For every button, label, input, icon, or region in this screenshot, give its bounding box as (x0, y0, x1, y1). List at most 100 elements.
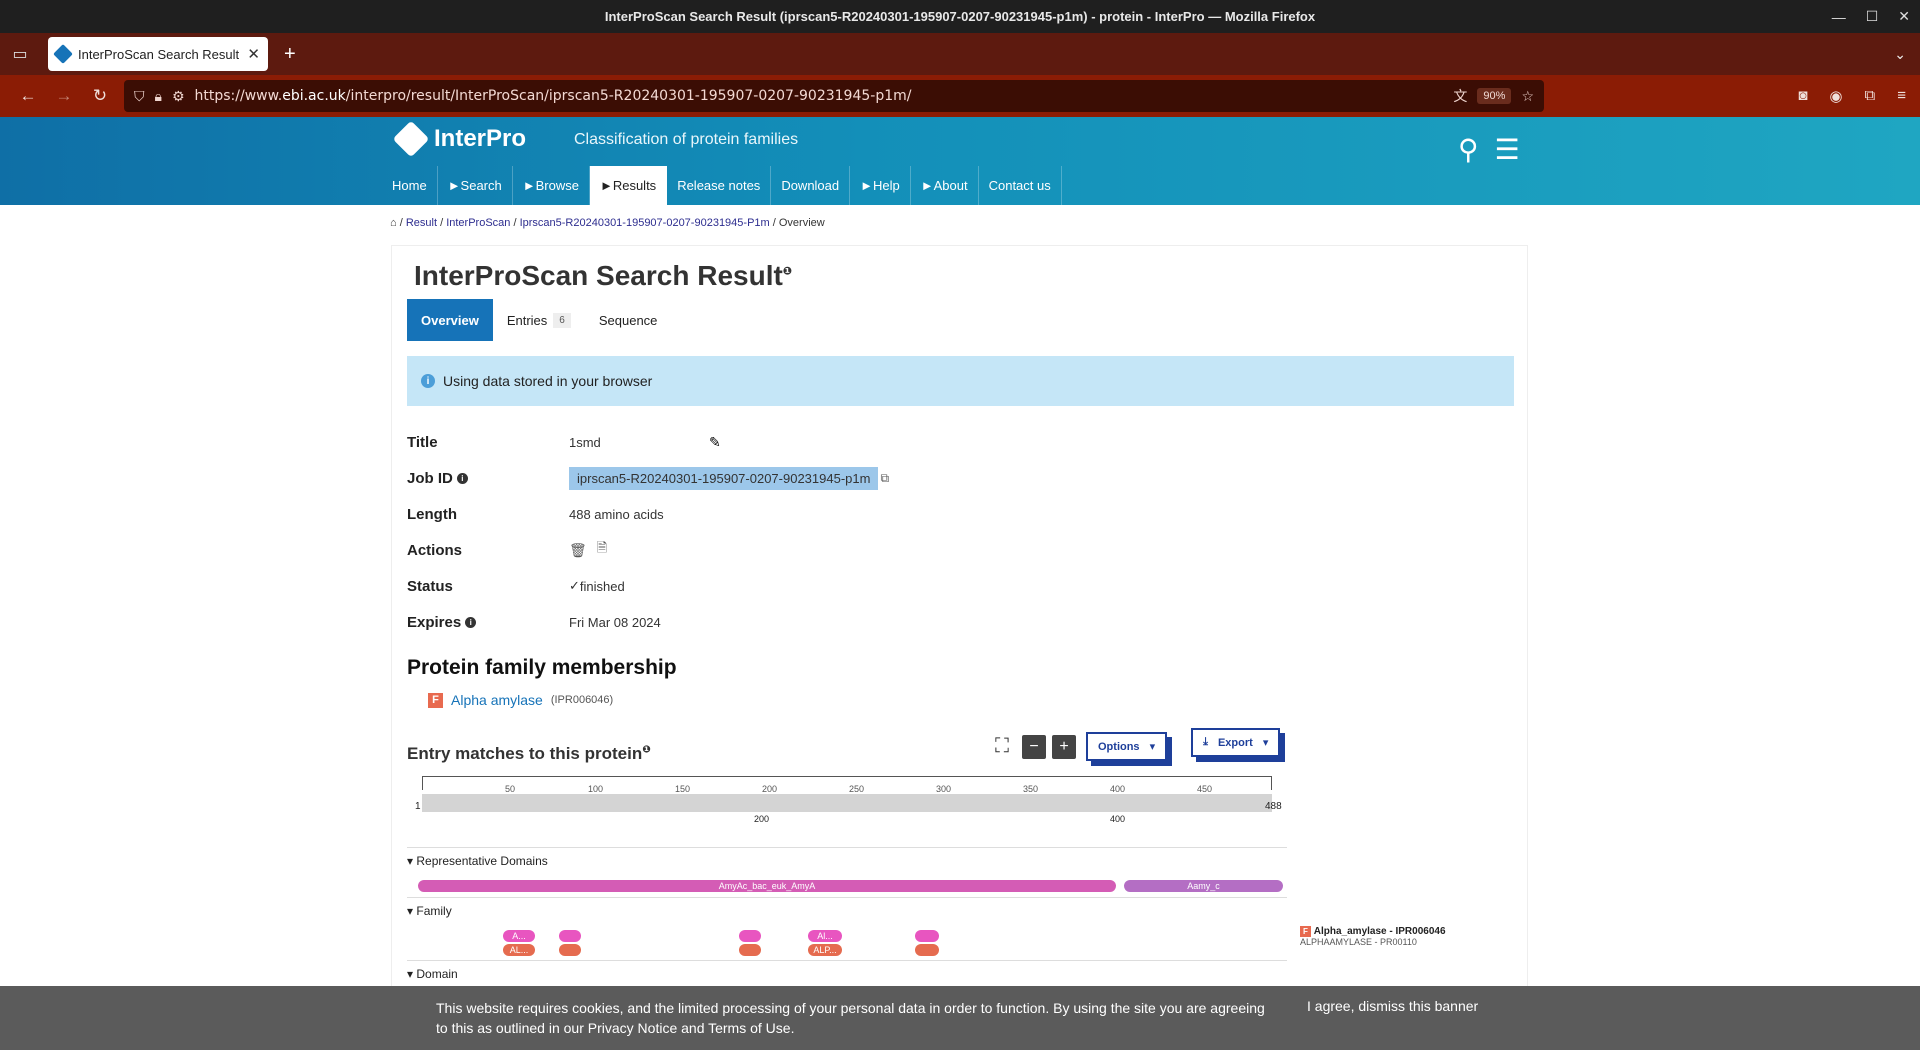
family-item: F Alpha amylase (IPR006046) (428, 692, 613, 708)
family-feature[interactable] (915, 944, 939, 956)
breadcrumb: ⌂ / Result / InterProScan / Iprscan5-R20… (390, 217, 825, 229)
options-dropdown[interactable]: Options ▾ (1086, 732, 1168, 761)
info-icon[interactable]: i (456, 472, 468, 484)
tab-sequence[interactable]: Sequence (585, 299, 672, 341)
info-icon[interactable]: i (465, 616, 477, 628)
back-icon[interactable]: ← (10, 86, 46, 106)
minimize-icon[interactable]: — (1832, 9, 1846, 25)
family-feature[interactable] (739, 930, 761, 942)
tab-overview-icon[interactable]: ▭ (0, 44, 40, 64)
interpro-logo-icon (392, 120, 430, 158)
family-type-badge: F (428, 692, 443, 708)
tab-overview[interactable]: Overview (407, 299, 493, 341)
lock-icon[interactable]: 🔒︎ (155, 88, 162, 105)
site-logo[interactable]: InterPro (392, 120, 526, 158)
job-properties: Title 1smd ✎ Job ID i iprscan5-R20240301-… (407, 424, 1107, 640)
nav-download[interactable]: Download (771, 166, 851, 205)
length-link[interactable]: 488 amino acids (569, 507, 664, 522)
extensions-icon[interactable]: ⧉ (1865, 87, 1876, 105)
family-feature[interactable]: Al... (808, 930, 842, 942)
breadcrumb-interproscan[interactable]: InterProScan (446, 217, 510, 229)
translate-icon[interactable]: 文 (1453, 86, 1467, 106)
trash-icon[interactable]: 🗑︎ (569, 542, 587, 559)
home-icon[interactable]: ⌂ (390, 217, 397, 229)
tab-list-chevron-icon[interactable]: ⌄ (1894, 46, 1906, 63)
url-bar[interactable]: ⛉ 🔒︎ ⚙ https://www.ebi.ac.uk/interpro/re… (124, 80, 1544, 112)
info-icon[interactable]: ❶ (642, 744, 650, 755)
domain-feature-aamy-c[interactable]: Aamy_c (1124, 880, 1283, 892)
nav-about[interactable]: ►About (911, 166, 979, 205)
ruler-start: 1 (415, 801, 421, 812)
bookmark-star-icon[interactable]: ☆ (1521, 88, 1534, 105)
ruler-tick: 250 (849, 784, 865, 794)
save-file-icon[interactable]: 🗎 (597, 539, 607, 561)
expires-value: Fri Mar 08 2024 (569, 614, 661, 630)
prop-title-row: Title 1smd ✎ (407, 424, 1107, 460)
reload-icon[interactable]: ↻ (82, 86, 118, 106)
zoom-in-icon[interactable]: + (1052, 734, 1076, 759)
window-titlebar: InterProScan Search Result (iprscan5-R20… (0, 0, 1920, 33)
download-icon: ⤓ (1203, 736, 1208, 748)
hamburger-menu-icon[interactable]: ☰ (1495, 133, 1520, 166)
family-feature[interactable] (915, 930, 939, 942)
close-icon[interactable]: ✕ (1898, 8, 1910, 25)
prop-title-key: Title (407, 433, 438, 451)
job-id-value[interactable]: iprscan5-R20240301-195907-0207-90231945-… (569, 466, 879, 490)
url-text[interactable]: https://www.ebi.ac.uk/interpro/result/In… (195, 88, 1444, 104)
ruler-navigation-band[interactable] (422, 794, 1272, 812)
family-feature[interactable]: ALP... (808, 944, 842, 956)
prop-title-value: 1smd (569, 434, 601, 450)
sequence-ruler[interactable]: 50 100 150 200 250 300 350 400 450 1 488… (407, 774, 1287, 826)
menu-icon[interactable]: ≡ (1897, 87, 1906, 105)
ruler-tick: 150 (675, 784, 691, 794)
account-icon[interactable]: ◉ (1829, 87, 1842, 105)
family-feature[interactable] (559, 930, 581, 942)
maximize-icon[interactable]: ☐ (1866, 8, 1879, 25)
forward-icon[interactable]: → (46, 86, 82, 106)
zoom-out-icon[interactable]: − (1022, 734, 1046, 759)
track-family[interactable]: ▾ Family (407, 897, 1287, 918)
nav-results[interactable]: ►Results (589, 166, 668, 205)
family-feature[interactable]: A... (503, 930, 535, 942)
main-content: InterProScan Search Result❶ Overview Ent… (391, 245, 1528, 987)
family-link[interactable]: Alpha amylase (451, 692, 543, 708)
new-tab-icon[interactable]: + (284, 43, 296, 66)
zoom-level[interactable]: 90% (1477, 88, 1512, 104)
nav-release-notes[interactable]: Release notes (667, 166, 772, 205)
ruler-tick: 450 (1197, 784, 1213, 794)
nav-contact[interactable]: Contact us (979, 166, 1062, 205)
browser-tab[interactable]: InterProScan Search Result ✕ (48, 37, 268, 71)
check-icon: ✓ (569, 578, 580, 593)
export-dropdown[interactable]: ⤓ Export ▾ (1191, 728, 1281, 757)
family-legend[interactable]: F Alpha_amylase - IPR006046 ALPHAAMYLASE… (1300, 926, 1446, 947)
tab-entries[interactable]: Entries 6 (493, 299, 585, 341)
ruler-minor-tick: 400 (1110, 814, 1126, 824)
ruler-tick: 200 (762, 784, 778, 794)
breadcrumb-job[interactable]: Iprscan5-R20240301-195907-0207-90231945-… (520, 217, 770, 229)
breadcrumb-result[interactable]: Result (406, 217, 437, 229)
shield-icon[interactable]: ⛉ (134, 88, 145, 105)
nav-home[interactable]: Home (382, 166, 438, 205)
track-domain[interactable]: ▾ Domain (407, 960, 1287, 981)
family-feature[interactable] (559, 944, 581, 956)
fullscreen-icon[interactable]: ⛶ (988, 734, 1016, 760)
prop-expires-key: Expires i (407, 614, 569, 631)
edit-pencil-icon[interactable]: ✎ (709, 434, 721, 451)
cookie-agree-button[interactable]: I agree, dismiss this banner (1307, 998, 1478, 1014)
search-icon[interactable]: ⚲ (1458, 133, 1479, 166)
track-representative-domains[interactable]: ▾ Representative Domains (407, 847, 1287, 868)
family-feature[interactable] (739, 944, 761, 956)
nav-browse[interactable]: ►Browse (513, 166, 590, 205)
nav-search[interactable]: ►Search (438, 166, 513, 205)
page-title-text: InterProScan Search Result (414, 260, 783, 291)
pocket-icon[interactable]: ◙ (1798, 87, 1807, 105)
info-icon[interactable]: ❶ (783, 266, 792, 278)
nav-help[interactable]: ►Help (850, 166, 911, 205)
permissions-icon[interactable]: ⚙ (172, 88, 185, 105)
prop-jobid-key: Job ID i (407, 470, 569, 487)
family-feature[interactable]: AL... (503, 944, 535, 956)
domain-feature-amyac[interactable]: AmyAc_bac_euk_AmyA (418, 880, 1116, 892)
tab-close-icon[interactable]: ✕ (247, 45, 260, 63)
copy-icon[interactable]: ⧉ (880, 471, 889, 486)
tab-title: InterProScan Search Result (78, 46, 240, 62)
